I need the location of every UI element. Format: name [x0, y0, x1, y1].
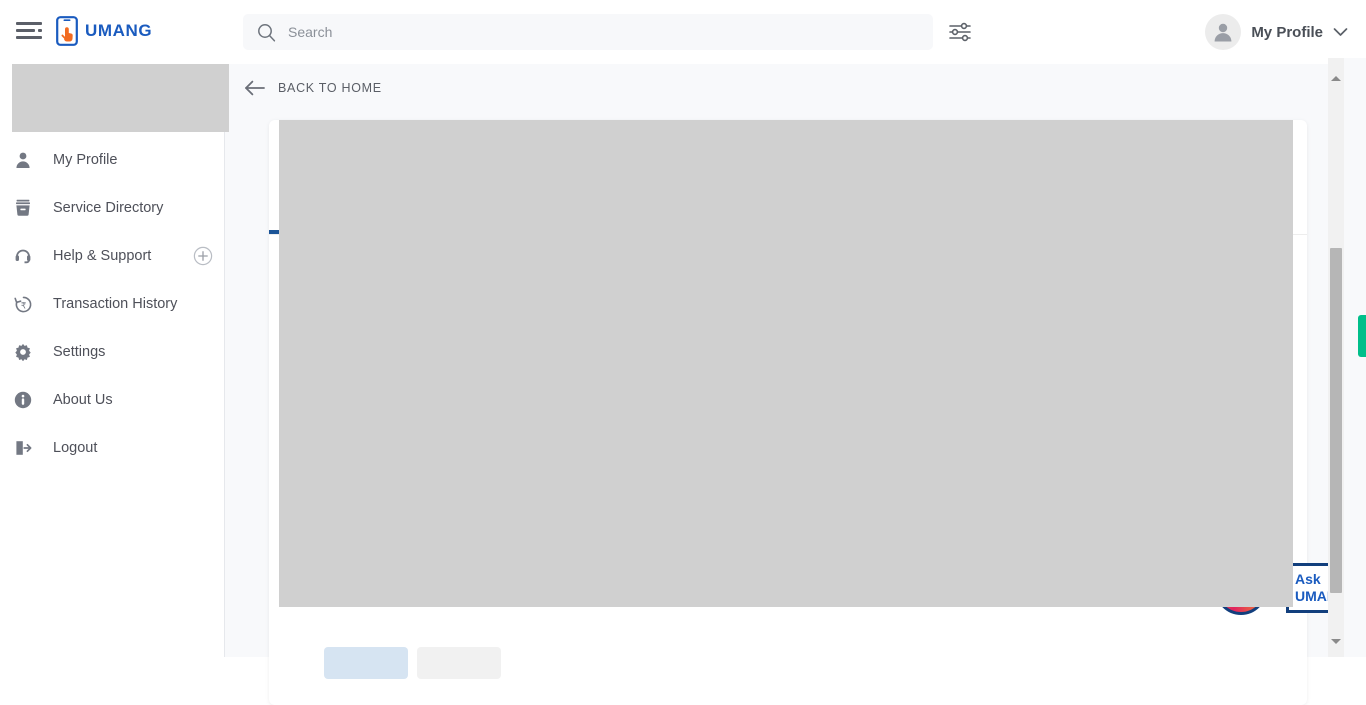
sidebar-item-label: Settings — [53, 344, 106, 360]
filter-sliders-icon[interactable] — [948, 21, 972, 43]
loading-placeholder-overlay — [279, 120, 1293, 607]
right-edge-strip — [1344, 58, 1366, 657]
secondary-action-button[interactable] — [417, 647, 501, 679]
sidebar-item-label: My Profile — [53, 152, 118, 168]
sidebar-item-label: Transaction History — [53, 296, 178, 312]
sidebar-item-label: Service Directory — [53, 200, 164, 216]
arrow-left-icon — [245, 80, 265, 96]
profile-label: My Profile — [1251, 23, 1323, 41]
hamburger-line-2 — [16, 29, 35, 32]
vertical-scrollbar[interactable] — [1328, 58, 1344, 657]
avatar — [1205, 14, 1242, 50]
sidebar-item-about-us[interactable]: About Us — [0, 376, 225, 424]
sidebar: My Profile Service Directory Help & Supp… — [0, 58, 229, 657]
profile-menu[interactable]: My Profile — [1205, 14, 1348, 50]
scrollbar-thumb[interactable] — [1330, 248, 1342, 593]
hamburger-line-3 — [16, 36, 42, 39]
hamburger-line-1 — [16, 22, 42, 25]
search-input[interactable] — [288, 14, 919, 50]
sidebar-item-label: About Us — [53, 392, 113, 408]
scroll-up-arrow-icon[interactable] — [1328, 70, 1344, 86]
user-avatar-icon — [1214, 23, 1232, 42]
brand-name: UMANG — [85, 21, 153, 40]
info-circle-icon — [10, 391, 36, 409]
rupee-history-icon: ₹ — [10, 295, 36, 314]
sidebar-item-help-support[interactable]: Help & Support — [0, 232, 225, 280]
archive-box-icon — [10, 199, 36, 217]
feedback-tab-icon[interactable] — [1358, 315, 1366, 357]
hamburger-menu-icon[interactable] — [16, 22, 42, 42]
top-header: UMANG My Profile — [0, 0, 1366, 64]
scroll-down-arrow-icon[interactable] — [1328, 633, 1344, 649]
plus-circle-icon[interactable] — [193, 246, 213, 266]
sidebar-nav: My Profile Service Directory Help & Supp… — [0, 136, 225, 472]
gear-icon — [10, 343, 36, 361]
sidebar-item-logout[interactable]: Logout — [0, 424, 225, 472]
chevron-down-icon[interactable] — [1333, 27, 1348, 37]
sidebar-item-transaction-history[interactable]: ₹ Transaction History — [0, 280, 225, 328]
sidebar-item-label: Help & Support — [53, 248, 152, 264]
logout-arrow-icon — [10, 439, 36, 457]
umang-phone-hand-logo-icon — [56, 16, 78, 46]
hamburger-line-2-dot — [38, 29, 42, 32]
brand-logo-link[interactable]: UMANG — [56, 16, 152, 46]
back-to-home-label: BACK TO HOME — [278, 81, 382, 95]
back-bar: BACK TO HOME — [225, 58, 1366, 118]
svg-text:₹: ₹ — [20, 300, 25, 310]
sidebar-header-placeholder — [12, 60, 229, 132]
primary-action-button[interactable] — [324, 647, 408, 679]
sidebar-item-my-profile[interactable]: My Profile — [0, 136, 225, 184]
sidebar-item-service-directory[interactable]: Service Directory — [0, 184, 225, 232]
user-icon — [10, 151, 36, 169]
sidebar-item-settings[interactable]: Settings — [0, 328, 225, 376]
back-to-home-button[interactable]: BACK TO HOME — [244, 80, 382, 96]
search-icon — [258, 23, 276, 42]
search-bar[interactable] — [243, 14, 933, 50]
sidebar-item-label: Logout — [53, 440, 98, 456]
headset-support-icon — [10, 247, 36, 265]
